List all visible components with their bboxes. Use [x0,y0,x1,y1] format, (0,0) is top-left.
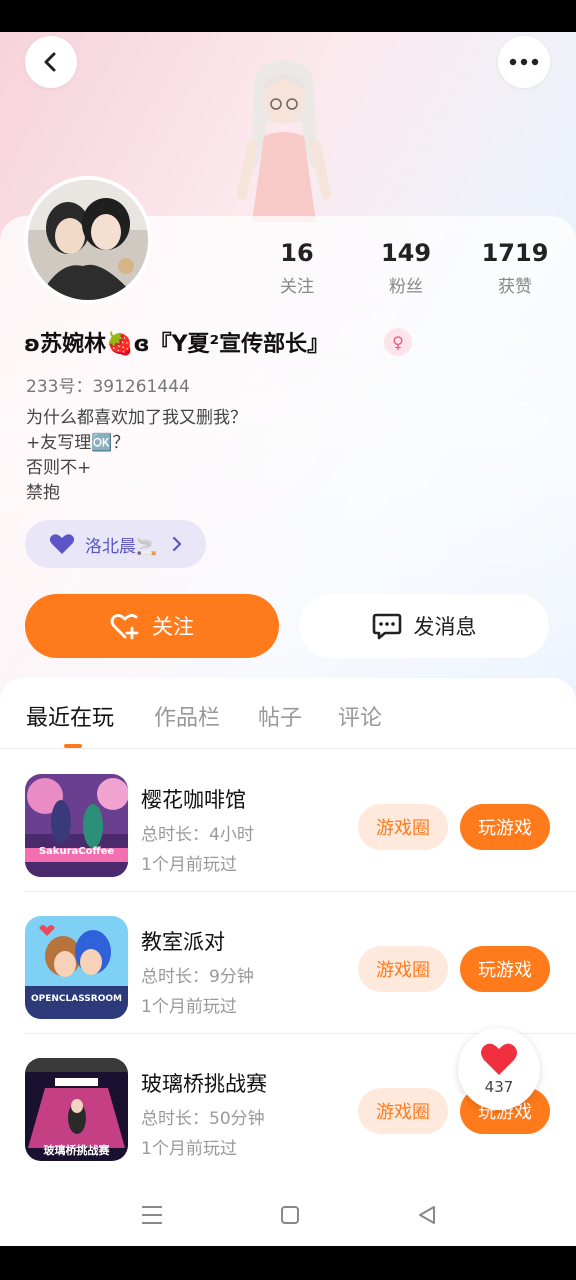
play-game-button[interactable]: 玩游戏 [460,946,550,992]
avatar-image [28,180,148,300]
tab-works[interactable]: 作品栏 [154,700,220,732]
bio-line: 禁抱 [26,483,60,503]
game-duration: 总时长：9分钟 [141,967,254,987]
menu-icon[interactable] [137,1200,167,1230]
game-thumbnail-title: 玻璃桥挑战赛 [43,1144,110,1157]
system-nav-bar [0,1182,576,1246]
game-thumbnail: OPENCLASSROOM [25,916,128,1019]
game-last-played: 1个月前玩过 [141,1139,237,1159]
stat-followers[interactable]: 149 粉丝 [361,238,451,297]
nickname: ʚ苏婉林🍓ɞ『Y夏²宣传部长』 [24,332,330,357]
message-button[interactable]: 发消息 [299,594,549,658]
game-circle-button[interactable]: 游戏圈 [358,946,448,992]
game-thumbnail-title: OPENCLASSROOM [31,994,122,1004]
stat-likes[interactable]: 1719 获赞 [470,238,560,297]
bio-line: 为什么都喜欢加了我又删我？ [26,408,247,428]
content-panel: 最近在玩 作品栏 帖子 评论 SakuraCoffee 樱花咖啡馆 总时长：4小… [0,678,576,1246]
more-button[interactable] [498,36,550,88]
heart-icon [481,1043,517,1075]
home-icon[interactable] [275,1200,305,1230]
avatar[interactable] [24,176,152,304]
game-thumbnail: 玻璃桥挑战赛 [25,1058,128,1161]
chevron-left-icon [44,52,56,72]
heart-icon [49,534,75,554]
game-name: 樱花咖啡馆 [141,788,246,812]
gender-female-icon: ♀ [384,328,412,356]
game-circle-button[interactable]: 游戏圈 [358,804,448,850]
game-thumbnail: SakuraCoffee [25,774,128,877]
back-button[interactable] [25,36,77,88]
like-floating-button[interactable]: 437 [458,1028,540,1110]
profile-screen: 16 关注 149 粉丝 1719 获赞 ʚ苏婉林🍓ɞ『Y夏²宣传部长』 ♀ 2… [0,32,576,1246]
play-game-button[interactable]: 玩游戏 [460,804,550,850]
stat-likes-label: 获赞 [498,277,532,297]
list-item[interactable]: SakuraCoffee 樱花咖啡馆 总时长：4小时 1个月前玩过 游戏圈 玩游… [0,750,576,892]
follow-button[interactable]: 关注 [25,594,279,658]
game-last-played: 1个月前玩过 [141,855,237,875]
list-item[interactable]: OPENCLASSROOM 教室派对 总时长：9分钟 1个月前玩过 游戏圈 玩游… [0,892,576,1034]
chat-bubble-icon [372,613,401,640]
stat-following-value: 16 [280,239,314,267]
game-thumbnail-title: SakuraCoffee [38,846,115,857]
game-duration: 总时长：50分钟 [141,1109,265,1129]
relationship-tag[interactable]: 洛北晨🚬 [25,520,206,568]
chevron-right-icon [173,536,182,552]
message-button-label: 发消息 [413,615,477,639]
game-duration: 总时长：4小时 [141,825,254,845]
user-id: 233号：391261444 [26,377,190,397]
bio-line: 否则不+ [26,458,92,478]
character-illustration [236,60,332,222]
stat-followers-value: 149 [380,239,432,267]
game-last-played: 1个月前玩过 [141,997,237,1017]
game-name: 玻璃桥挑战赛 [141,1072,267,1096]
game-name: 教室派对 [141,930,225,954]
relationship-tag-label: 洛北晨🚬 [85,536,158,557]
like-count: 437 [484,1078,514,1096]
back-triangle-icon[interactable] [412,1200,442,1230]
tab-posts[interactable]: 帖子 [258,700,302,732]
bio: 为什么都喜欢加了我又删我？ +友写理🆗？ 否则不+ 禁抱 [26,406,247,506]
stat-following[interactable]: 16 关注 [252,238,342,297]
stat-likes-value: 1719 [481,239,549,267]
heart-plus-icon [110,614,139,640]
bio-line: +友写理🆗？ [26,433,130,453]
tab-comments[interactable]: 评论 [338,700,382,732]
more-dots-icon [509,58,539,66]
stat-following-label: 关注 [280,277,314,297]
game-circle-button[interactable]: 游戏圈 [358,1088,448,1134]
tab-recent-played[interactable]: 最近在玩 [26,700,114,732]
stat-followers-label: 粉丝 [389,277,423,297]
follow-button-label: 关注 [152,615,194,639]
